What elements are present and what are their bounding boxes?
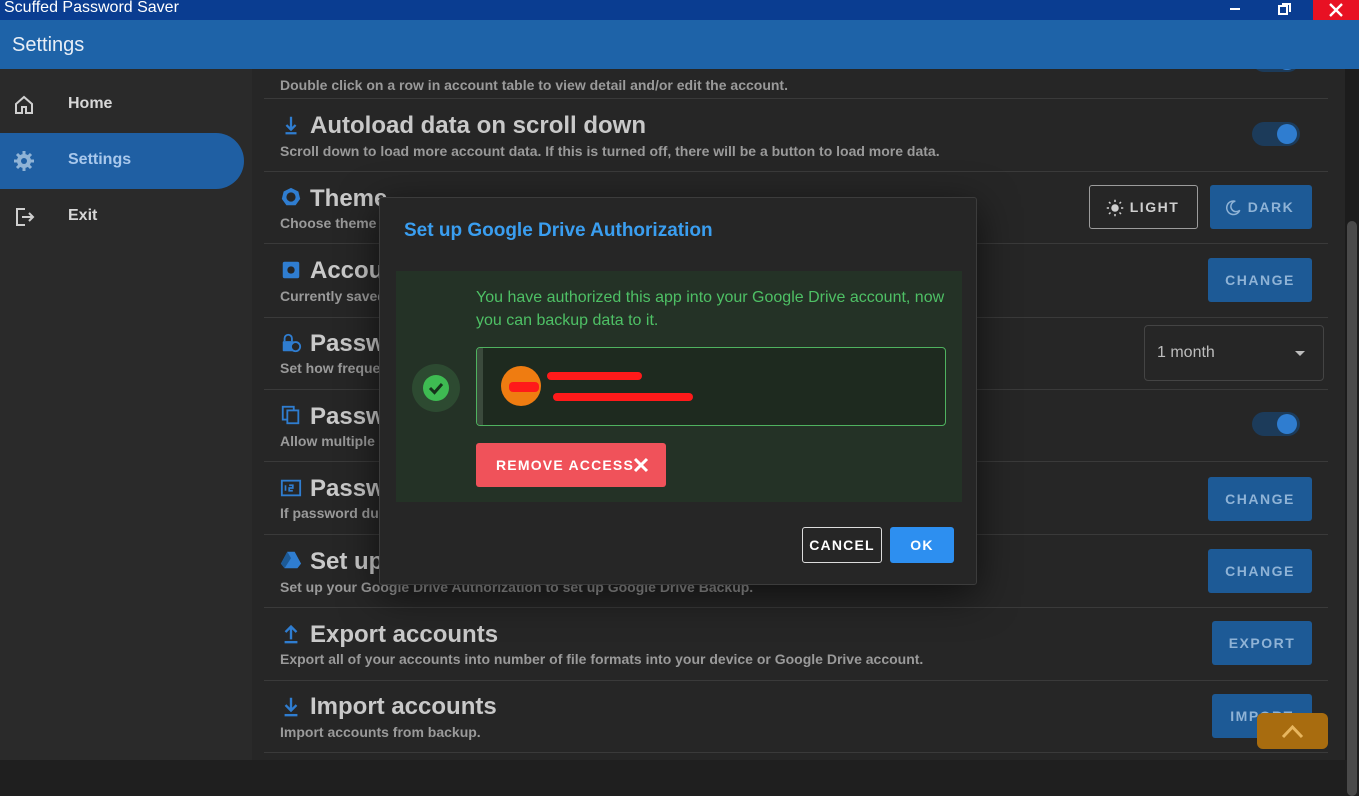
dialog-title: Set up Google Drive Authorization (404, 220, 713, 241)
sidebar-item-label: Settings (68, 151, 132, 168)
setting-description: If password dup (280, 505, 388, 521)
close-icon (633, 457, 649, 473)
setting-title: Set up (310, 548, 384, 575)
cancel-button[interactable]: CANCEL (802, 527, 882, 563)
page-title: Settings (12, 34, 85, 56)
moon-icon (1225, 200, 1241, 216)
change-account-button[interactable]: CHANGE (1208, 258, 1312, 302)
setting-description: Allow multiple a (280, 433, 387, 449)
exit-icon (16, 208, 35, 226)
close-window-button[interactable] (1313, 0, 1359, 20)
arrow-down-icon (285, 116, 297, 135)
scrollbar-thumb[interactable] (1347, 221, 1357, 796)
ok-button[interactable]: OK (890, 527, 954, 563)
light-label: LIGHT (1129, 199, 1180, 215)
toggle-knob (1277, 414, 1297, 434)
reminder-period-select[interactable]: 1 month (1144, 325, 1324, 381)
settings-row-autoload: Autoload data on scroll down Scroll down… (264, 99, 1328, 172)
password-field-icon (280, 479, 302, 497)
check-circle-icon (423, 375, 449, 401)
sun-icon (1106, 199, 1124, 217)
google-drive-auth-dialog: Set up Google Drive Authorization You ha… (379, 197, 977, 585)
scroll-to-top-button[interactable] (1257, 713, 1328, 749)
auth-status-panel: You have authorized this app into your G… (396, 271, 962, 502)
setting-title: Passw (310, 403, 385, 430)
google-account-card (476, 347, 946, 426)
sidebar: Home Settings Exit (0, 69, 252, 760)
autoload-toggle[interactable] (1252, 122, 1300, 146)
remove-access-label: REMOVE ACCESS (496, 457, 634, 473)
setting-title: Import accounts (310, 693, 497, 720)
theme-icon (281, 187, 301, 206)
settings-row-view-detail: Double click on a row in account table t… (264, 69, 1328, 99)
remove-access-button[interactable]: REMOVE ACCESS (476, 443, 666, 487)
minimize-button[interactable] (1212, 0, 1258, 20)
toggle-knob (1277, 124, 1297, 144)
setting-title: Export accounts (310, 621, 499, 648)
setting-description: Currently saved (280, 288, 386, 304)
success-badge (412, 364, 460, 412)
light-theme-button[interactable]: LIGHT (1089, 185, 1198, 229)
sidebar-item-label: Home (68, 95, 113, 112)
export-button[interactable]: EXPORT (1212, 621, 1312, 665)
restore-button[interactable] (1262, 0, 1308, 20)
upload-icon (284, 624, 298, 644)
setting-title: Theme (310, 185, 388, 212)
chevron-up-icon (1281, 724, 1304, 739)
sidebar-item-home[interactable]: Home (0, 77, 244, 133)
sidebar-item-exit[interactable]: Exit (0, 189, 244, 245)
safe-icon (282, 261, 300, 279)
change-password-check-button[interactable]: CHANGE (1208, 477, 1312, 521)
select-value: 1 month (1157, 344, 1215, 361)
app-header: Settings (0, 20, 1359, 69)
card-accent-bar (477, 348, 483, 425)
home-icon (15, 95, 33, 114)
redaction-mark (509, 382, 539, 392)
setting-description: Import accounts from backup. (280, 724, 481, 740)
minimize-icon (1230, 8, 1240, 10)
toggle-knob (1277, 69, 1297, 70)
redaction-mark (547, 372, 642, 380)
google-drive-icon (280, 551, 302, 569)
download-icon (284, 697, 298, 717)
dark-theme-button[interactable]: DARK (1210, 185, 1312, 229)
copy-icon (281, 405, 300, 425)
dark-label: DARK (1247, 199, 1295, 215)
sidebar-item-label: Exit (68, 207, 98, 224)
view-detail-toggle[interactable] (1252, 69, 1300, 72)
close-icon (1329, 3, 1343, 17)
change-google-drive-button[interactable]: CHANGE (1208, 549, 1312, 593)
setting-title: Passw (310, 330, 385, 357)
redaction-mark (553, 393, 693, 401)
settings-row-import: Import accounts Import accounts from bac… (264, 681, 1328, 753)
setting-description: Scroll down to load more account data. I… (280, 143, 940, 159)
window-title: Scuffed Password Saver (4, 0, 179, 16)
sidebar-item-settings[interactable]: Settings (0, 133, 244, 189)
setting-description: Double click on a row in account table t… (280, 77, 788, 93)
auth-success-message: You have authorized this app into your G… (476, 289, 945, 329)
gear-icon (14, 151, 34, 171)
allow-multiple-toggle[interactable] (1252, 412, 1300, 436)
setting-title: Autoload data on scroll down (310, 112, 646, 139)
setting-title: Passw (310, 475, 385, 502)
window-titlebar: Scuffed Password Saver (0, 0, 1359, 20)
setting-description: Export all of your accounts into number … (280, 651, 924, 667)
restore-icon (1278, 3, 1291, 15)
chevron-down-icon (1295, 351, 1305, 356)
setting-description: Choose theme f (280, 215, 386, 231)
setting-title: Accou (310, 257, 384, 284)
settings-row-export: Export accounts Export all of your accou… (264, 608, 1328, 681)
lock-clock-icon (282, 333, 302, 353)
scrollbar[interactable] (1345, 69, 1359, 796)
setting-description: Set how freque (280, 360, 381, 376)
